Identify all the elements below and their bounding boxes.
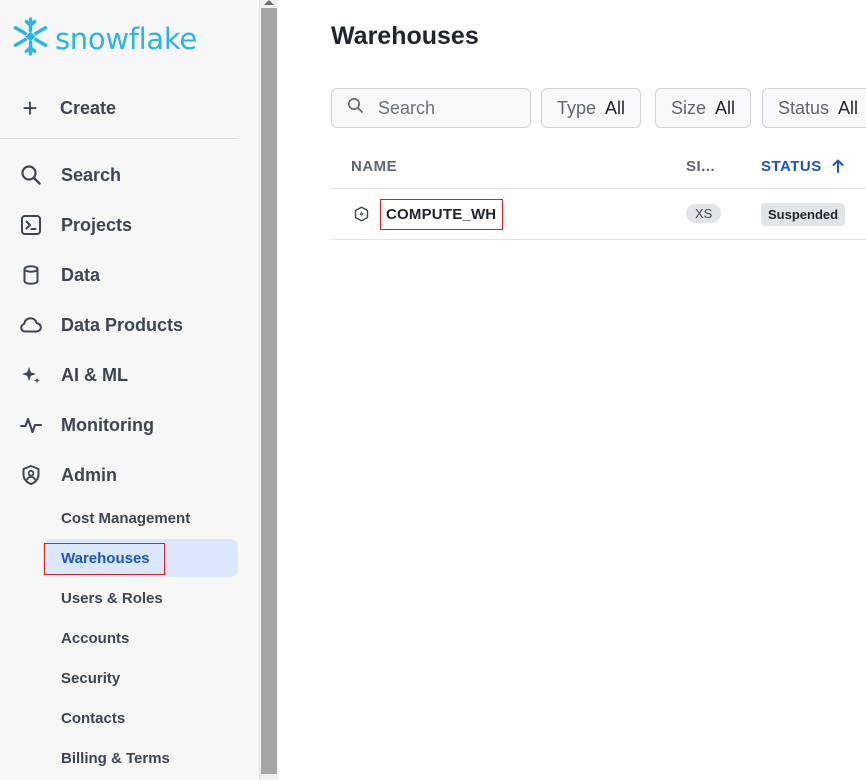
sidebar-item-label: Monitoring	[61, 414, 154, 435]
search-placeholder: Search	[378, 97, 436, 118]
filter-key: Type	[557, 97, 597, 118]
pulse-icon	[18, 412, 44, 438]
status-badge: Suspended	[761, 203, 846, 226]
sidebar-subitem-cost-management[interactable]: Cost Management	[43, 499, 238, 537]
sidebar-subitem-contacts[interactable]: Contacts	[43, 699, 238, 737]
create-label: Create	[60, 97, 117, 118]
search-icon	[347, 97, 364, 119]
sidebar-subitem-accounts[interactable]: Accounts	[43, 619, 238, 657]
size-badge: XS	[686, 204, 722, 223]
sidebar: snowflake + Create Search Projects Data …	[0, 0, 259, 780]
sidebar-subitem-security[interactable]: Security	[43, 659, 238, 697]
sidebar-item-label: Data Products	[61, 314, 184, 335]
sidebar-item-ai-ml[interactable]: AI & ML	[18, 357, 238, 393]
scroll-up-arrow-icon[interactable]	[264, 0, 274, 5]
shield-user-icon	[18, 462, 44, 488]
search-input[interactable]: Search	[331, 88, 531, 128]
sidebar-divider	[0, 138, 238, 139]
column-header-status[interactable]: STATUS	[761, 158, 844, 177]
sidebar-item-label: Projects	[61, 214, 133, 235]
sort-ascending-icon	[832, 159, 844, 177]
sidebar-item-search[interactable]: Search	[18, 157, 238, 193]
sidebar-subitem-billing-terms[interactable]: Billing & Terms	[43, 739, 238, 777]
filter-value: All	[605, 97, 626, 118]
type-filter[interactable]: Type All	[541, 88, 642, 128]
filter-value: All	[838, 97, 859, 118]
filter-key: Size	[671, 97, 707, 118]
plus-icon: +	[22, 93, 38, 123]
warehouse-name-link[interactable]: COMPUTE_WH	[386, 206, 496, 223]
sidebar-item-projects[interactable]: Projects	[18, 207, 238, 243]
column-header-size[interactable]: SI...	[686, 158, 715, 175]
page-title: Warehouses	[331, 22, 479, 50]
filter-key: Status	[778, 97, 830, 118]
warehouse-icon	[354, 206, 369, 227]
filter-value: All	[715, 97, 736, 118]
column-header-status-label: STATUS	[761, 158, 822, 175]
sidebar-item-admin[interactable]: Admin	[18, 457, 238, 493]
table-row-divider	[331, 239, 866, 240]
cloud-icon	[18, 312, 44, 338]
search-icon	[18, 162, 44, 188]
sidebar-item-data-products[interactable]: Data Products	[18, 307, 238, 343]
logo-text: snowflake	[55, 22, 197, 56]
size-filter[interactable]: Size All	[655, 88, 752, 128]
status-filter[interactable]: Status All	[762, 88, 866, 128]
sidebar-item-label: Search	[61, 164, 122, 185]
sidebar-item-label: Data	[61, 264, 101, 285]
sidebar-subitem-warehouses[interactable]: Warehouses	[43, 539, 238, 577]
sidebar-item-label: Admin	[61, 464, 117, 485]
sidebar-item-label: AI & ML	[61, 364, 128, 385]
database-icon	[18, 262, 44, 288]
sidebar-subitem-users-roles[interactable]: Users & Roles	[43, 579, 238, 617]
column-header-name[interactable]: NAME	[351, 158, 397, 175]
sidebar-scrollbar-thumb[interactable]	[261, 8, 277, 774]
sidebar-item-monitoring[interactable]: Monitoring	[18, 407, 238, 443]
table-header-divider	[331, 188, 866, 189]
terminal-icon	[18, 212, 44, 238]
snowflake-logo-icon	[10, 16, 51, 62]
sparkle-icon	[18, 362, 44, 388]
sidebar-item-data[interactable]: Data	[18, 257, 238, 293]
create-button[interactable]: + Create	[18, 92, 238, 124]
snowflake-logo[interactable]: snowflake	[10, 16, 197, 62]
